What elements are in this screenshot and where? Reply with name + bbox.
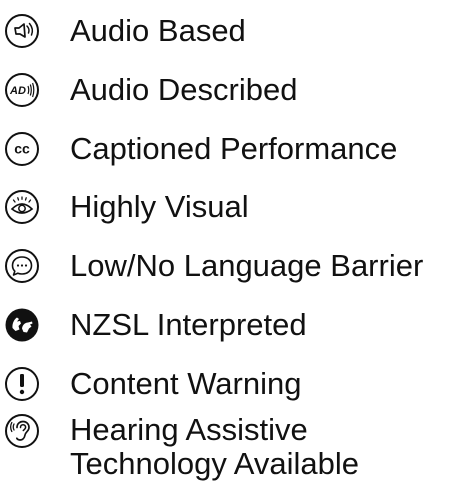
eye-icon: [4, 189, 40, 225]
legend-item-audio-based: Audio Based: [4, 13, 246, 49]
exclamation-icon: [4, 366, 40, 402]
captioned-icon: cc: [4, 131, 40, 167]
legend-item-hearing-assistive: Hearing Assistive Technology Available: [4, 413, 450, 481]
audio-based-icon: [4, 13, 40, 49]
accessibility-legend: Audio Based AD Audio Described cc Captio…: [0, 0, 464, 481]
legend-label: Hearing Assistive Technology Available: [70, 412, 359, 481]
legend-item-content-warning: Content Warning: [4, 366, 301, 402]
audio-described-icon: AD: [4, 72, 40, 108]
legend-item-highly-visual: Highly Visual: [4, 189, 249, 225]
legend-label: NZSL Interpreted: [70, 307, 307, 342]
ear-icon: [4, 413, 40, 449]
legend-item-captioned: cc Captioned Performance: [4, 131, 397, 167]
legend-label: Low/No Language Barrier: [70, 248, 424, 283]
legend-item-audio-described: AD Audio Described: [4, 72, 297, 108]
speech-bubble-icon: [4, 248, 40, 284]
legend-label: Content Warning: [70, 366, 302, 401]
legend-label: Highly Visual: [70, 189, 249, 224]
legend-item-language-barrier: Low/No Language Barrier: [4, 248, 423, 284]
sign-language-icon: [4, 307, 40, 343]
legend-label: Audio Based: [70, 13, 246, 48]
ad-text: AD: [9, 85, 26, 97]
legend-label: Captioned Performance: [70, 131, 398, 166]
legend-item-nzsl: NZSL Interpreted: [4, 307, 307, 343]
legend-label: Audio Described: [70, 72, 298, 107]
cc-text: cc: [14, 141, 30, 157]
